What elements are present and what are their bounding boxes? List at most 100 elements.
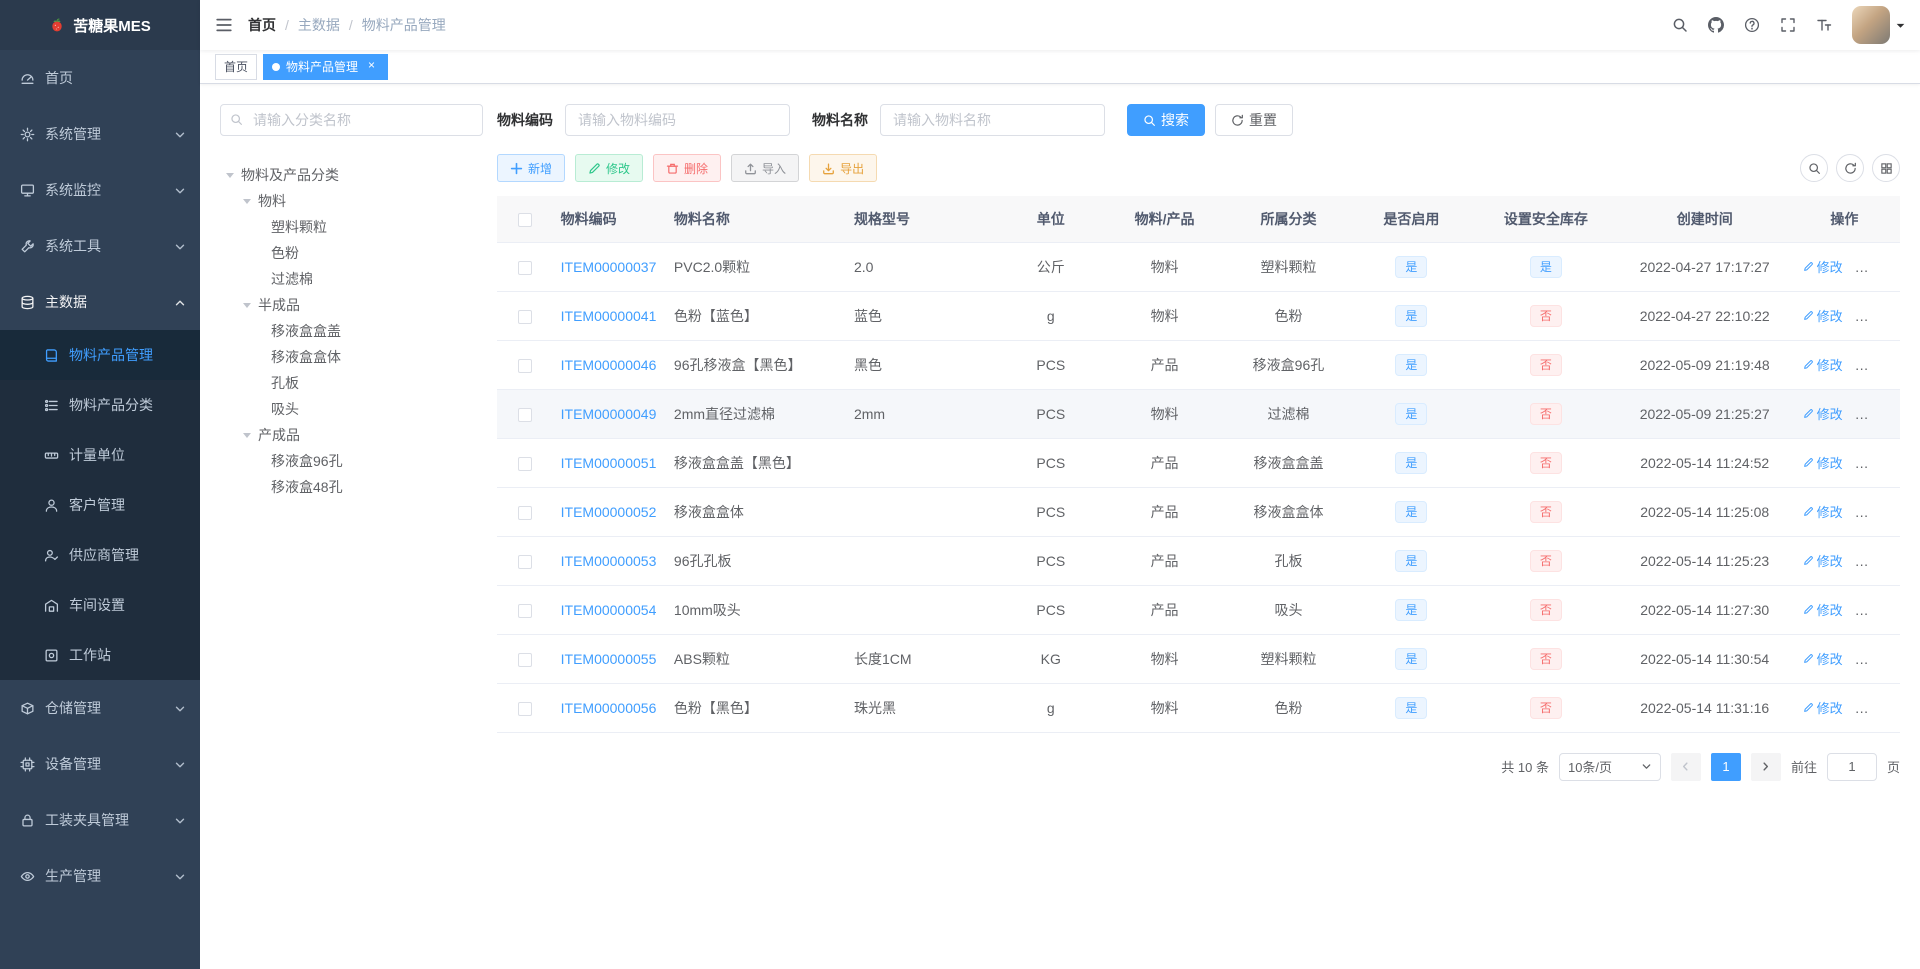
row-checkbox[interactable] [517,309,532,324]
tree-node[interactable]: 产成品 [220,422,483,448]
material-code-link[interactable]: ITEM00000046 [561,357,657,373]
search-icon[interactable] [1800,154,1828,182]
row-edit-button[interactable]: 修改 [1803,551,1843,570]
row-edit-button[interactable]: 修改 [1803,453,1843,472]
cell-category: 色粉 [1225,291,1352,341]
material-name-input[interactable] [880,104,1105,136]
row-edit-button[interactable]: 修改 [1803,698,1843,717]
cell-unit: g [997,683,1104,733]
tree-node[interactable]: 移液盒96孔 [220,448,483,474]
delete-button[interactable]: 删除 [653,154,722,182]
edit-button[interactable]: 修改 [575,154,644,182]
row-edit-button[interactable]: 修改 [1803,404,1843,423]
row-checkbox[interactable] [517,505,532,520]
sidebar-subitem[interactable]: 客户管理 [0,480,200,530]
search-button[interactable]: 搜索 [1127,104,1205,136]
row-checkbox[interactable] [517,407,532,422]
row-checkbox-cell [497,438,553,488]
row-edit-button[interactable]: 修改 [1803,355,1843,374]
sidebar-subitem[interactable]: 工作站 [0,630,200,680]
material-code-link[interactable]: ITEM00000049 [561,406,657,422]
sidebar-item[interactable]: 系统管理 [0,106,200,162]
row-checkbox[interactable] [517,260,532,275]
material-code-label: 物料编码 [497,112,553,128]
export-button[interactable]: 导出 [809,154,878,182]
material-code-link[interactable]: ITEM00000041 [561,308,657,324]
sidebar-item[interactable]: 工装夹具管理 [0,792,200,848]
grid-icon[interactable] [1872,154,1900,182]
search-icon[interactable] [1662,0,1698,50]
refresh-icon[interactable] [1836,154,1864,182]
cell-category: 移液盒盒体 [1225,487,1352,537]
goto-page-input[interactable] [1826,752,1877,781]
row-checkbox[interactable] [517,554,532,569]
row-checkbox[interactable] [517,603,532,618]
material-code-input[interactable] [565,104,790,136]
close-icon[interactable]: × [364,59,379,74]
material-code-link[interactable]: ITEM00000053 [561,553,657,569]
row-edit-button[interactable]: 修改 [1803,649,1843,668]
github-icon[interactable] [1698,0,1734,50]
user-menu[interactable] [1852,6,1906,44]
row-edit-label: 修改 [1816,456,1843,471]
tree-node[interactable]: 移液盒盒体 [220,344,483,370]
hamburger-icon[interactable] [200,0,248,50]
category-search-input[interactable] [220,104,483,136]
tree-node[interactable]: 过滤棉 [220,266,483,292]
page-size-select[interactable]: 10条/页 [1558,752,1661,781]
add-button[interactable]: 新增 [497,154,566,182]
sidebar-item[interactable]: 设备管理 [0,736,200,792]
tab-active[interactable]: 物料产品管理 × [263,53,389,80]
row-edit-button[interactable]: 修改 [1803,502,1843,521]
row-delete-label: 删除 [1868,260,1895,275]
row-checkbox[interactable] [517,652,532,667]
tree-node[interactable]: 孔板 [220,370,483,396]
next-page-button[interactable] [1750,752,1781,781]
tree-node[interactable]: 半成品 [220,292,483,318]
row-checkbox[interactable] [517,358,532,373]
tab-item[interactable]: 首页 [215,53,258,80]
row-checkbox[interactable] [517,456,532,471]
row-checkbox[interactable] [517,701,532,716]
sidebar-subitem[interactable]: 物料产品分类 [0,380,200,430]
sidebar-subitem[interactable]: 物料产品管理 [0,330,200,380]
tree-node[interactable]: 移液盒48孔 [220,474,483,500]
material-code-link[interactable]: ITEM00000054 [561,602,657,618]
page-1-button[interactable]: 1 [1710,752,1741,781]
sidebar-item[interactable]: 生产管理 [0,848,200,904]
cell-type: 物料 [1103,634,1226,684]
material-code-link[interactable]: ITEM00000051 [561,455,657,471]
reset-button[interactable]: 重置 [1215,104,1293,136]
tree-node[interactable]: 物料 [220,188,483,214]
fullscreen-icon[interactable] [1770,0,1806,50]
sidebar-item[interactable]: 系统监控 [0,162,200,218]
material-code-link[interactable]: ITEM00000055 [561,651,657,667]
tree-node[interactable]: 移液盒盒盖 [220,318,483,344]
font-size-icon[interactable] [1806,0,1842,50]
help-icon[interactable] [1734,0,1770,50]
breadcrumb-item[interactable]: 首页 [248,15,276,35]
tree-node[interactable]: 色粉 [220,240,483,266]
material-code-link[interactable]: ITEM00000037 [561,259,657,275]
row-edit-button[interactable]: 修改 [1803,600,1843,619]
sidebar-subitem[interactable]: 车间设置 [0,580,200,630]
row-edit-button[interactable]: 修改 [1803,306,1843,325]
material-code-link[interactable]: ITEM00000052 [561,504,657,520]
import-button[interactable]: 导入 [731,154,800,182]
sidebar-item[interactable]: 主数据 [0,274,200,330]
avatar[interactable] [1852,6,1890,44]
sidebar-item[interactable]: 仓储管理 [0,680,200,736]
tree-node[interactable]: 塑料颗粒 [220,214,483,240]
tree-node[interactable]: 物料及产品分类 [220,162,483,188]
sidebar-subitem[interactable]: 供应商管理 [0,530,200,580]
select-all-checkbox[interactable] [517,212,532,227]
tree-node[interactable]: 吸头 [220,396,483,422]
row-edit-button[interactable]: 修改 [1803,257,1843,276]
material-code-link[interactable]: ITEM00000056 [561,700,657,716]
sidebar-item[interactable]: 系统工具 [0,218,200,274]
cell-created: 2022-05-14 11:27:30 [1620,585,1789,635]
sidebar-item[interactable]: 首页 [0,50,200,106]
sidebar-subitem[interactable]: 计量单位 [0,430,200,480]
prev-page-button[interactable] [1670,752,1701,781]
column-header: 规格型号 [845,196,998,243]
